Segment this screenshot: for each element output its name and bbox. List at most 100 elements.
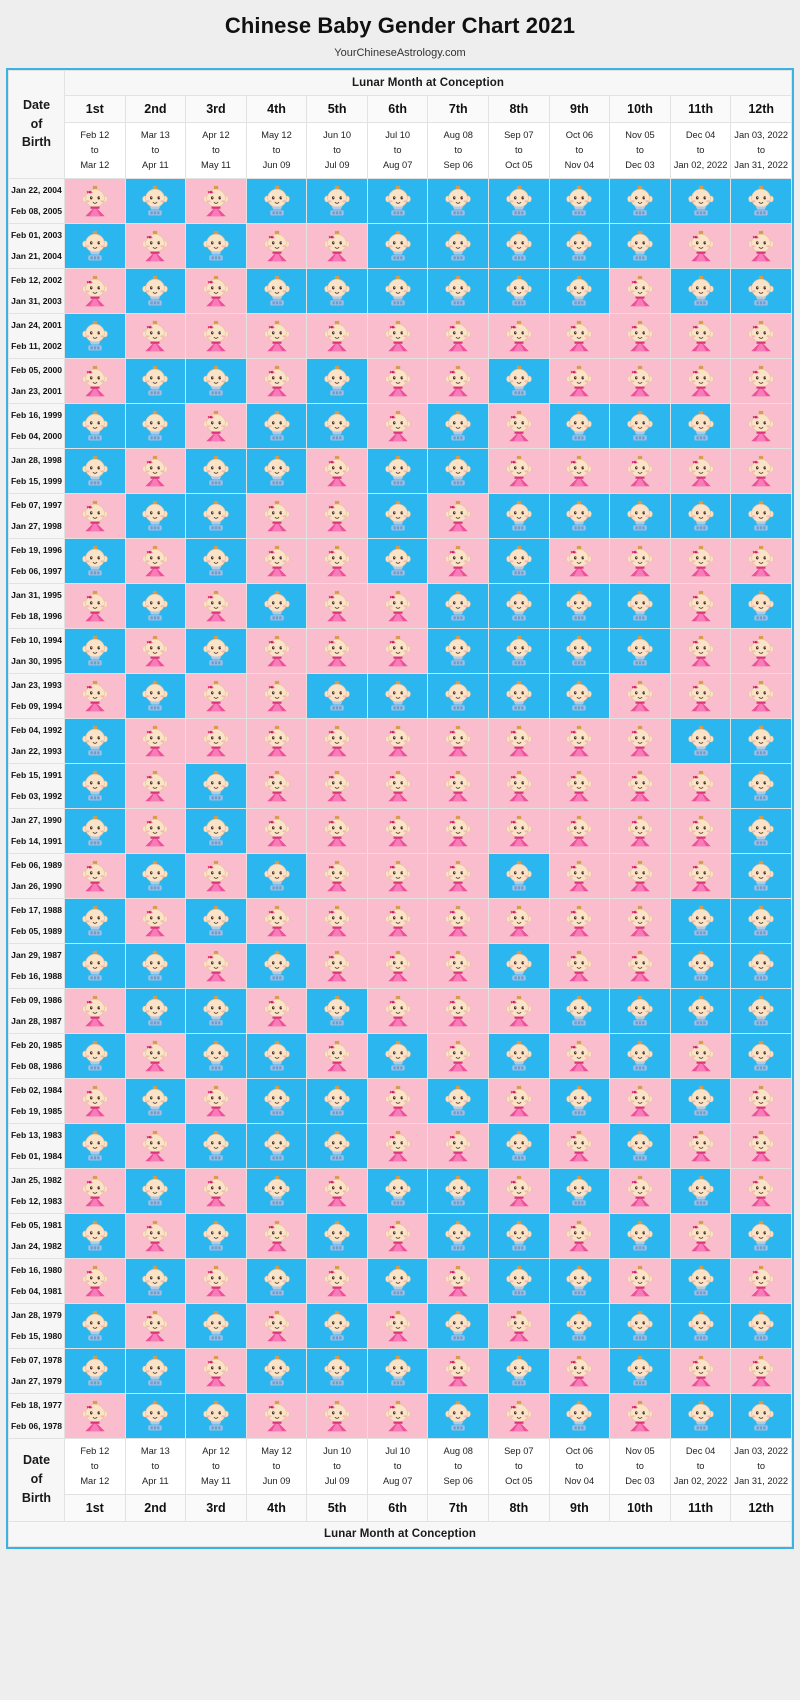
gender-cell-girl[interactable] bbox=[124, 222, 187, 269]
gender-cell-girl[interactable] bbox=[609, 537, 671, 584]
gender-cell-girl[interactable] bbox=[306, 1392, 368, 1439]
gender-cell-boy[interactable] bbox=[64, 717, 126, 764]
gender-cell-girl[interactable] bbox=[548, 717, 611, 764]
gender-cell-boy[interactable] bbox=[366, 492, 429, 539]
gender-cell-boy[interactable] bbox=[245, 402, 308, 449]
month-ordinal-footer[interactable]: 1st bbox=[64, 1493, 126, 1522]
month-ordinal-header[interactable]: 1st bbox=[64, 94, 126, 123]
gender-cell-girl[interactable] bbox=[427, 852, 490, 899]
gender-cell-girl[interactable] bbox=[488, 987, 550, 1034]
gender-cell-girl[interactable] bbox=[548, 1347, 611, 1394]
gender-cell-boy[interactable] bbox=[124, 942, 187, 989]
gender-cell-girl[interactable] bbox=[669, 222, 732, 269]
month-ordinal-footer[interactable]: 8th bbox=[488, 1493, 550, 1522]
gender-cell-boy[interactable] bbox=[366, 267, 429, 314]
gender-cell-boy[interactable] bbox=[124, 1077, 187, 1124]
gender-cell-girl[interactable] bbox=[548, 357, 611, 404]
gender-cell-boy[interactable] bbox=[548, 1257, 611, 1304]
gender-cell-girl[interactable] bbox=[366, 762, 429, 809]
gender-cell-boy[interactable] bbox=[64, 447, 126, 494]
gender-cell-boy[interactable] bbox=[306, 1347, 368, 1394]
gender-cell-boy[interactable] bbox=[669, 402, 732, 449]
gender-cell-boy[interactable] bbox=[730, 807, 792, 854]
gender-cell-boy[interactable] bbox=[488, 1122, 550, 1169]
gender-cell-boy[interactable] bbox=[185, 447, 247, 494]
gender-cell-girl[interactable] bbox=[64, 1392, 126, 1439]
gender-cell-boy[interactable] bbox=[488, 537, 550, 584]
gender-cell-girl[interactable] bbox=[185, 402, 247, 449]
gender-cell-girl[interactable] bbox=[306, 897, 368, 944]
gender-cell-girl[interactable] bbox=[669, 1347, 732, 1394]
month-ordinal-header[interactable]: 2nd bbox=[124, 94, 187, 123]
gender-cell-girl[interactable] bbox=[185, 1167, 247, 1214]
gender-cell-boy[interactable] bbox=[185, 537, 247, 584]
gender-cell-boy[interactable] bbox=[64, 402, 126, 449]
gender-cell-boy[interactable] bbox=[124, 1257, 187, 1304]
gender-cell-girl[interactable] bbox=[669, 1122, 732, 1169]
gender-cell-boy[interactable] bbox=[427, 1212, 490, 1259]
gender-cell-girl[interactable] bbox=[366, 402, 429, 449]
gender-cell-girl[interactable] bbox=[609, 447, 671, 494]
birth-date-range-label[interactable]: Feb 09, 1986 Jan 28, 1987 bbox=[8, 987, 65, 1034]
gender-cell-girl[interactable] bbox=[245, 672, 308, 719]
gender-cell-girl[interactable] bbox=[245, 312, 308, 359]
gender-cell-girl[interactable] bbox=[124, 1122, 187, 1169]
gender-cell-girl[interactable] bbox=[730, 402, 792, 449]
gender-cell-boy[interactable] bbox=[366, 1167, 429, 1214]
month-ordinal-footer[interactable]: 9th bbox=[548, 1493, 611, 1522]
gender-cell-boy[interactable] bbox=[366, 672, 429, 719]
gender-cell-girl[interactable] bbox=[306, 852, 368, 899]
gender-cell-boy[interactable] bbox=[548, 627, 611, 674]
gender-cell-boy[interactable] bbox=[124, 582, 187, 629]
gender-cell-girl[interactable] bbox=[245, 1302, 308, 1349]
gender-cell-girl[interactable] bbox=[548, 537, 611, 584]
gender-cell-boy[interactable] bbox=[488, 1257, 550, 1304]
gender-cell-girl[interactable] bbox=[669, 1212, 732, 1259]
gender-cell-boy[interactable] bbox=[669, 1077, 732, 1124]
gender-cell-boy[interactable] bbox=[245, 1077, 308, 1124]
birth-date-range-label[interactable]: Feb 18, 1977 Feb 06, 1978 bbox=[8, 1392, 65, 1439]
gender-cell-boy[interactable] bbox=[548, 672, 611, 719]
gender-cell-boy[interactable] bbox=[124, 852, 187, 899]
gender-cell-boy[interactable] bbox=[488, 672, 550, 719]
gender-cell-girl[interactable] bbox=[366, 1392, 429, 1439]
month-ordinal-header[interactable]: 5th bbox=[306, 94, 368, 123]
gender-cell-girl[interactable] bbox=[124, 717, 187, 764]
birth-date-range-label[interactable]: Feb 06, 1989 Jan 26, 1990 bbox=[8, 852, 65, 899]
gender-cell-girl[interactable] bbox=[64, 987, 126, 1034]
gender-cell-boy[interactable] bbox=[488, 177, 550, 224]
birth-date-range-label[interactable]: Feb 12, 2002 Jan 31, 2003 bbox=[8, 267, 65, 314]
gender-cell-boy[interactable] bbox=[669, 897, 732, 944]
birth-date-range-label[interactable]: Feb 16, 1980 Feb 04, 1981 bbox=[8, 1257, 65, 1304]
gender-cell-girl[interactable] bbox=[427, 717, 490, 764]
gender-cell-girl[interactable] bbox=[669, 807, 732, 854]
gender-cell-boy[interactable] bbox=[185, 1212, 247, 1259]
gender-cell-boy[interactable] bbox=[609, 627, 671, 674]
gender-cell-boy[interactable] bbox=[124, 492, 187, 539]
gender-cell-girl[interactable] bbox=[64, 357, 126, 404]
gender-cell-girl[interactable] bbox=[427, 1347, 490, 1394]
gender-cell-girl[interactable] bbox=[609, 942, 671, 989]
gender-cell-boy[interactable] bbox=[548, 222, 611, 269]
month-ordinal-header[interactable]: 4th bbox=[245, 94, 308, 123]
gender-cell-girl[interactable] bbox=[730, 1167, 792, 1214]
gender-cell-girl[interactable] bbox=[185, 1257, 247, 1304]
gender-cell-boy[interactable] bbox=[185, 222, 247, 269]
gender-cell-girl[interactable] bbox=[488, 402, 550, 449]
birth-date-range-label[interactable]: Feb 07, 1978 Jan 27, 1979 bbox=[8, 1347, 65, 1394]
gender-cell-boy[interactable] bbox=[609, 222, 671, 269]
gender-cell-boy[interactable] bbox=[366, 537, 429, 584]
gender-cell-boy[interactable] bbox=[669, 1392, 732, 1439]
gender-cell-boy[interactable] bbox=[427, 402, 490, 449]
gender-cell-girl[interactable] bbox=[124, 1032, 187, 1079]
gender-cell-girl[interactable] bbox=[185, 717, 247, 764]
gender-cell-boy[interactable] bbox=[669, 1167, 732, 1214]
gender-cell-boy[interactable] bbox=[64, 627, 126, 674]
gender-cell-girl[interactable] bbox=[548, 1122, 611, 1169]
gender-cell-girl[interactable] bbox=[730, 672, 792, 719]
birth-date-range-label[interactable]: Feb 02, 1984 Feb 19, 1985 bbox=[8, 1077, 65, 1124]
birth-date-range-label[interactable]: Feb 19, 1996 Feb 06, 1997 bbox=[8, 537, 65, 584]
gender-cell-girl[interactable] bbox=[669, 672, 732, 719]
gender-cell-boy[interactable] bbox=[427, 267, 490, 314]
gender-cell-boy[interactable] bbox=[548, 267, 611, 314]
